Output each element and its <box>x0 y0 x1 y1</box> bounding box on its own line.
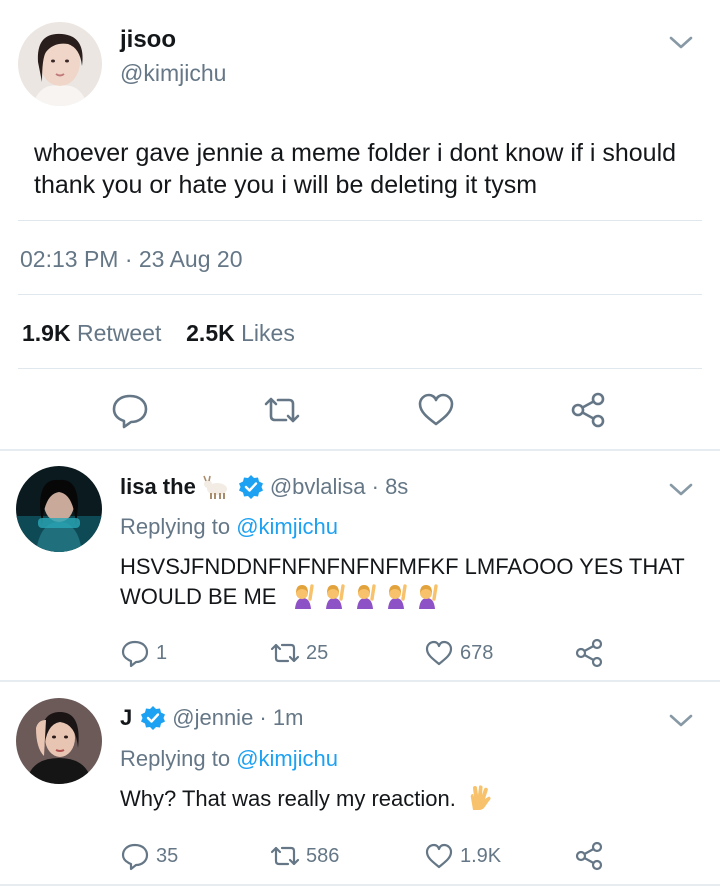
replying-to-link[interactable]: @kimjichu <box>236 514 338 539</box>
divider <box>18 368 702 369</box>
share-button[interactable] <box>574 638 610 668</box>
reply-text-body: Why? That was really my reaction. <box>120 786 456 811</box>
retweets-label[interactable]: Retweet <box>77 320 161 346</box>
reply-header: J @jennie · 1m <box>120 705 303 731</box>
divider <box>0 884 720 886</box>
divider <box>0 449 720 451</box>
like-icon <box>425 640 453 666</box>
vulcan-salute-emoji-icon <box>466 784 497 814</box>
author-handle[interactable]: @kimjichu <box>120 60 226 87</box>
verified-icon <box>140 705 166 731</box>
reply-text: HSVSJFNDDNFNFNFNFNFMFKF LMFAOOO YES THAT… <box>120 552 710 612</box>
reply-icon <box>121 843 149 871</box>
retweet-count: 25 <box>306 641 329 664</box>
share-icon <box>575 638 603 668</box>
reply-header: lisa the @bvlalisa · 8s <box>120 474 408 500</box>
chevron-down-icon[interactable] <box>668 481 694 499</box>
main-avatar[interactable] <box>18 22 102 106</box>
replying-to: Replying to @kimjichu <box>120 514 338 540</box>
reply-button[interactable]: 35 <box>120 841 178 871</box>
like-count: 1.9K <box>460 844 502 867</box>
like-icon <box>418 393 454 426</box>
reply-author-name[interactable]: lisa the <box>120 474 196 500</box>
retweet-button[interactable] <box>262 390 302 430</box>
author-name[interactable]: jisoo <box>120 26 176 54</box>
reply-avatar[interactable] <box>16 466 102 552</box>
chevron-down-icon[interactable] <box>668 712 694 730</box>
reply-count: 35 <box>156 844 179 867</box>
reply-button[interactable]: 1 <box>120 638 167 668</box>
retweet-count: 586 <box>306 844 340 867</box>
divider <box>18 220 702 221</box>
replying-to-link[interactable]: @kimjichu <box>236 746 338 771</box>
reply-handle-time[interactable]: @jennie · 1m <box>172 705 303 731</box>
replying-prefix: Replying to <box>120 514 231 539</box>
divider <box>0 680 720 682</box>
reply-button[interactable] <box>110 390 150 430</box>
divider <box>18 294 702 295</box>
reply-handle-time[interactable]: @bvlalisa · 8s <box>270 474 409 500</box>
reply-text: Why? That was really my reaction. <box>120 784 710 814</box>
retweet-icon <box>270 846 300 866</box>
reply-icon <box>112 394 148 429</box>
reply-count: 1 <box>156 641 168 664</box>
likes-label[interactable]: Likes <box>241 320 295 346</box>
reply-avatar[interactable] <box>16 698 102 784</box>
tweet-text: whoever gave jennie a meme folder i dont… <box>34 139 677 199</box>
replying-to: Replying to @kimjichu <box>120 746 338 772</box>
retweet-button[interactable]: 586 <box>270 841 339 871</box>
replying-prefix: Replying to <box>120 746 231 771</box>
share-button[interactable] <box>568 390 608 430</box>
like-count: 678 <box>460 641 494 664</box>
retweet-button[interactable]: 25 <box>270 638 328 668</box>
tweet-timestamp[interactable]: 02:13 PM · 23 Aug 20 <box>20 246 243 273</box>
share-icon <box>575 841 603 871</box>
tweet-stats: 1.9K Retweet 2.5K Likes <box>22 320 295 347</box>
verified-icon <box>238 474 264 500</box>
like-button[interactable]: 1.9K <box>424 841 501 871</box>
goat-emoji-icon <box>202 474 230 500</box>
chevron-down-icon[interactable] <box>668 34 694 52</box>
reply-icon <box>121 640 149 668</box>
retweets-count[interactable]: 1.9K <box>22 320 71 346</box>
reply-author-name[interactable]: J <box>120 705 132 731</box>
share-icon <box>571 392 605 428</box>
likes-count[interactable]: 2.5K <box>186 320 235 346</box>
like-button[interactable]: 678 <box>424 638 493 668</box>
like-icon <box>425 843 453 869</box>
retweet-icon <box>270 643 300 663</box>
woman-raising-hand-emoji-icon <box>289 582 444 612</box>
share-button[interactable] <box>574 841 610 871</box>
retweet-icon <box>264 397 300 423</box>
like-button[interactable] <box>416 390 456 430</box>
